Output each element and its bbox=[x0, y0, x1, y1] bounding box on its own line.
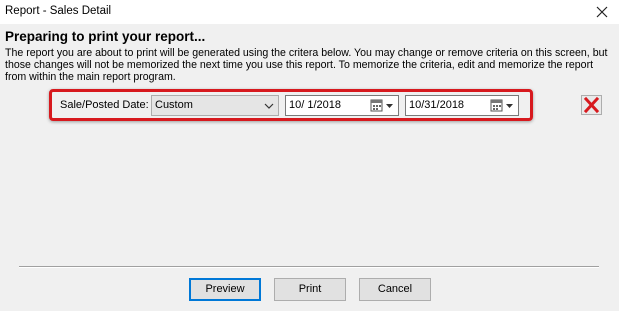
window-title: Report - Sales Detail bbox=[5, 5, 112, 17]
remove-x-icon bbox=[583, 96, 600, 114]
description-text: The report you are about to print will b… bbox=[5, 47, 608, 83]
footer-separator bbox=[19, 266, 599, 268]
calendar-dropdown-icon[interactable] bbox=[490, 98, 516, 113]
preview-button[interactable]: Preview bbox=[189, 278, 261, 301]
chevron-down-icon bbox=[264, 103, 274, 109]
close-icon bbox=[596, 6, 608, 18]
close-button[interactable] bbox=[591, 2, 613, 22]
remove-criteria-button[interactable] bbox=[581, 95, 602, 115]
calendar-dropdown-icon[interactable] bbox=[370, 98, 396, 113]
cancel-button[interactable]: Cancel bbox=[359, 278, 431, 301]
date-range-dropdown[interactable]: Custom bbox=[151, 95, 279, 116]
date-range-value: Custom bbox=[155, 99, 193, 111]
title-bar: Report - Sales Detail bbox=[0, 0, 619, 24]
to-date-field[interactable]: 10/31/2018 bbox=[405, 95, 519, 116]
page-heading: Preparing to print your report... bbox=[5, 29, 206, 44]
print-button[interactable]: Print bbox=[274, 278, 346, 301]
criteria-label: Sale/Posted Date: bbox=[60, 99, 149, 111]
from-date-value: 10/ 1/2018 bbox=[289, 99, 341, 111]
to-date-value: 10/31/2018 bbox=[409, 99, 465, 111]
from-date-field[interactable]: 10/ 1/2018 bbox=[285, 95, 399, 116]
